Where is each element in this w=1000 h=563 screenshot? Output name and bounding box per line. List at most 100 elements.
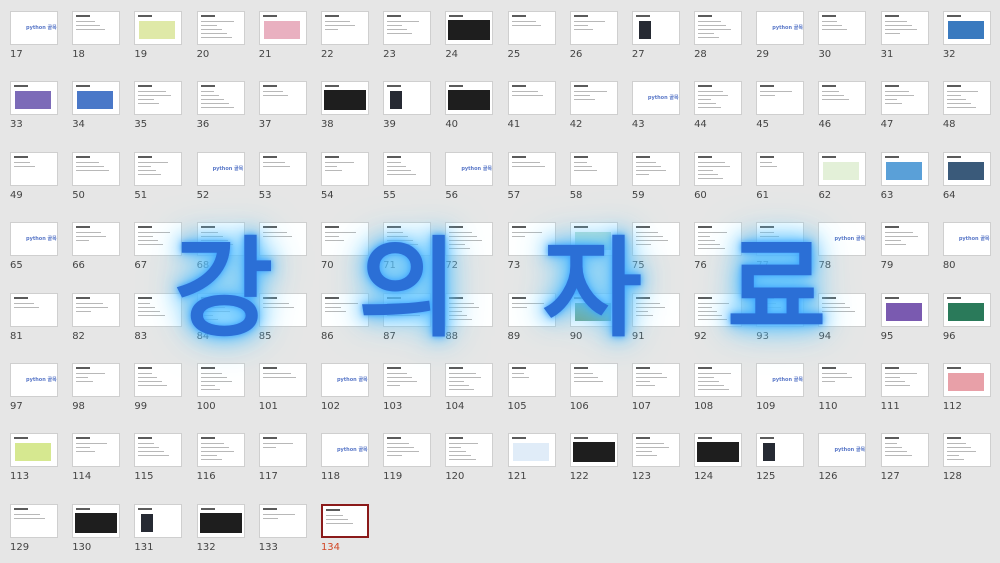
slide-thumbnail[interactable]: python 골목 109: [756, 362, 805, 420]
slide-thumbnail[interactable]: 124: [694, 433, 743, 490]
slide-thumbnail[interactable]: 63: [880, 151, 929, 209]
slide-thumbnail[interactable]: 38: [320, 81, 369, 138]
slide-thumbnail[interactable]: 76: [694, 222, 743, 279]
slide-thumbnail[interactable]: 49: [10, 151, 58, 209]
slide-thumbnail[interactable]: python 골목 97: [10, 362, 58, 420]
slide-thumbnail[interactable]: 130: [72, 503, 121, 561]
slide-thumbnail[interactable]: 83: [134, 292, 183, 350]
slide-thumbnail[interactable]: 44: [694, 81, 743, 138]
slide-thumbnail[interactable]: 96: [942, 292, 991, 350]
slide-thumbnail[interactable]: 77: [756, 222, 805, 279]
slide-thumbnail[interactable]: python 골목 118: [320, 433, 369, 490]
slide-thumbnail[interactable]: 19: [134, 11, 183, 68]
slide-thumbnail[interactable]: 59: [631, 151, 680, 209]
slide-thumbnail[interactable]: 85: [258, 292, 307, 350]
slide-thumbnail[interactable]: 94: [818, 292, 867, 350]
slide-thumbnail[interactable]: python 골목 43: [631, 81, 680, 138]
slide-thumbnail[interactable]: 107: [631, 362, 680, 420]
slide-thumbnail[interactable]: python 골목 17: [10, 11, 58, 68]
slide-thumbnail[interactable]: 37: [258, 81, 307, 138]
slide-thumbnail[interactable]: python 골목 80: [942, 222, 991, 279]
slide-thumbnail[interactable]: 128: [942, 433, 991, 490]
slide-thumbnail[interactable]: 32: [942, 11, 991, 68]
slide-thumbnail[interactable]: 27: [631, 11, 680, 68]
slide-thumbnail[interactable]: 79: [880, 222, 929, 279]
slide-thumbnail[interactable]: 115: [134, 433, 183, 490]
slide-thumbnail[interactable]: 88: [445, 292, 494, 350]
slide-thumbnail[interactable]: 90: [569, 292, 618, 350]
slide-thumbnail[interactable]: 105: [507, 362, 556, 420]
slide-thumbnail[interactable]: 74: [569, 222, 618, 279]
slide-thumbnail[interactable]: 25: [507, 11, 556, 68]
slide-thumbnail[interactable]: 60: [694, 151, 743, 209]
slide-thumbnail[interactable]: 71: [383, 222, 432, 279]
slide-thumbnail[interactable]: 117: [258, 433, 307, 490]
slide-thumbnail[interactable]: 120: [445, 433, 494, 490]
slide-thumbnail[interactable]: 132: [196, 503, 245, 561]
slide-thumbnail[interactable]: 68: [196, 222, 245, 279]
slide-thumbnail[interactable]: 58: [569, 151, 618, 209]
slide-thumbnail[interactable]: 114: [72, 433, 121, 490]
slide-thumbnail[interactable]: 36: [196, 81, 245, 138]
slide-thumbnail[interactable]: 98: [72, 362, 121, 420]
slide-thumbnail[interactable]: 104: [445, 362, 494, 420]
slide-thumbnail[interactable]: 70: [320, 222, 369, 279]
slide-thumbnail[interactable]: python 골목 78: [818, 222, 867, 279]
slide-thumbnail[interactable]: 18: [72, 11, 121, 68]
slide-thumbnail[interactable]: 40: [445, 81, 494, 138]
slide-thumbnail[interactable]: 24: [445, 11, 494, 68]
slide-thumbnail[interactable]: 100: [196, 362, 245, 420]
slide-thumbnail[interactable]: 72: [445, 222, 494, 279]
slide-thumbnail[interactable]: python 골목 65: [10, 222, 58, 279]
slide-thumbnail[interactable]: 91: [631, 292, 680, 350]
slide-thumbnail[interactable]: 23: [383, 11, 432, 68]
slide-thumbnail[interactable]: 87: [383, 292, 432, 350]
slide-thumbnail[interactable]: 111: [880, 362, 929, 420]
slide-thumbnail[interactable]: python 골목 29: [756, 11, 805, 68]
slide-thumbnail[interactable]: 69: [258, 222, 307, 279]
slide-thumbnail[interactable]: 81: [10, 292, 58, 350]
slide-thumbnail[interactable]: 73: [507, 222, 556, 279]
slide-thumbnail[interactable]: 62: [818, 151, 867, 209]
slide-thumbnail[interactable]: 93: [756, 292, 805, 350]
slide-thumbnail[interactable]: 75: [631, 222, 680, 279]
slide-thumbnail[interactable]: 64: [942, 151, 991, 209]
slide-thumbnail[interactable]: 84: [196, 292, 245, 350]
slide-thumbnail[interactable]: 101: [258, 362, 307, 420]
slide-thumbnail[interactable]: 108: [694, 362, 743, 420]
slide-thumbnail[interactable]: 39: [383, 81, 432, 138]
slide-thumbnail[interactable]: python 골목 126: [818, 433, 867, 490]
slide-thumbnail[interactable]: 22: [320, 11, 369, 68]
slide-thumbnail[interactable]: 106: [569, 362, 618, 420]
slide-thumbnail[interactable]: 129: [10, 503, 58, 561]
slide-thumbnail[interactable]: 99: [134, 362, 183, 420]
slide-thumbnail[interactable]: 42: [569, 81, 618, 138]
slide-thumbnail[interactable]: 30: [818, 11, 867, 68]
slide-thumbnail[interactable]: 55: [383, 151, 432, 209]
slide-thumbnail[interactable]: 31: [880, 11, 929, 68]
slide-thumbnail[interactable]: 134: [320, 503, 369, 561]
slide-thumbnail[interactable]: 112: [942, 362, 991, 420]
slide-thumbnail[interactable]: 95: [880, 292, 929, 350]
slide-thumbnail[interactable]: 20: [196, 11, 245, 68]
slide-thumbnail[interactable]: 119: [383, 433, 432, 490]
slide-thumbnail[interactable]: 35: [134, 81, 183, 138]
slide-thumbnail[interactable]: 131: [134, 503, 183, 561]
slide-thumbnail[interactable]: 34: [72, 81, 121, 138]
slide-thumbnail[interactable]: 89: [507, 292, 556, 350]
slide-thumbnail[interactable]: 51: [134, 151, 183, 209]
slide-thumbnail[interactable]: 66: [72, 222, 121, 279]
slide-thumbnail[interactable]: 125: [756, 433, 805, 490]
slide-thumbnail[interactable]: python 골목 52: [196, 151, 245, 209]
slide-thumbnail[interactable]: 50: [72, 151, 121, 209]
slide-thumbnail[interactable]: 41: [507, 81, 556, 138]
slide-thumbnail[interactable]: 92: [694, 292, 743, 350]
slide-thumbnail[interactable]: 53: [258, 151, 307, 209]
slide-thumbnail[interactable]: 123: [631, 433, 680, 490]
slide-thumbnail[interactable]: 57: [507, 151, 556, 209]
slide-thumbnail[interactable]: 46: [818, 81, 867, 138]
slide-thumbnail[interactable]: 121: [507, 433, 556, 490]
slide-thumbnail[interactable]: 45: [756, 81, 805, 138]
slide-thumbnail[interactable]: 86: [320, 292, 369, 350]
slide-thumbnail[interactable]: 103: [383, 362, 432, 420]
